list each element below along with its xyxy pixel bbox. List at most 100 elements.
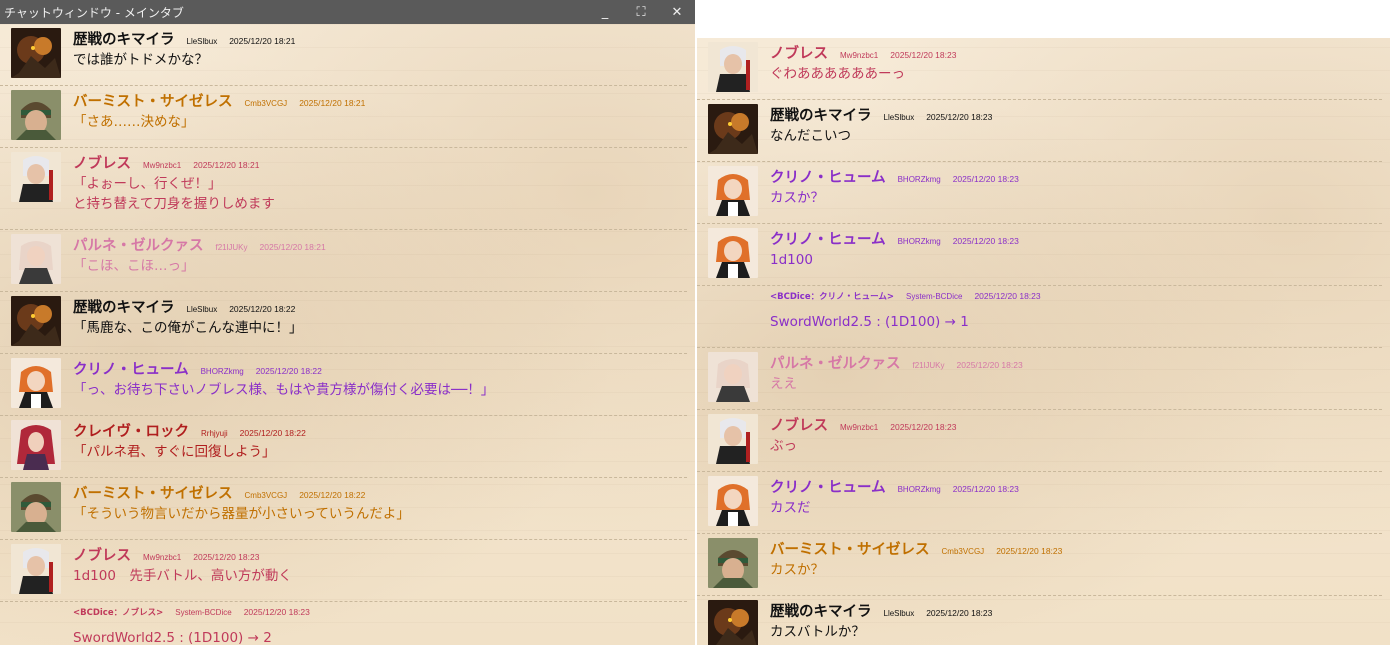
avatar-chimera[interactable] — [708, 104, 758, 154]
avatar-bermist[interactable] — [11, 482, 61, 532]
avatar-kurino[interactable] — [708, 476, 758, 526]
message-header: バーミスト・サイゼレス Cmb3VCGJ 2025/12/20 18:22 — [73, 482, 687, 504]
system-dice-message: <BCDice：ノブレス> System-BCDice 2025/12/20 18:… — [0, 602, 687, 645]
message-text: カスか？ — [770, 562, 824, 578]
avatar-noblesse[interactable] — [708, 42, 758, 92]
message-header: クリノ・ヒューム BHORZkmg 2025/12/20 18:23 — [770, 476, 1382, 498]
sender-name: クリノ・ヒューム — [73, 362, 189, 378]
chat-message: 歴戦のキマイラ LleSlbux 2025/12/20 18:23 カスバトルか？ — [697, 596, 1382, 645]
timestamp: 2025/12/20 18:23 — [996, 546, 1063, 556]
sender-id: System-BCDice — [175, 608, 232, 617]
sender-id: f21lJUKy — [912, 361, 945, 370]
avatar-kurino[interactable] — [11, 358, 61, 408]
avatar-parune[interactable] — [11, 234, 61, 284]
sender-name: <BCDice：ノブレス> — [73, 608, 164, 618]
chat-log-continued: ノブレス Mw9nzbc1 2025/12/20 18:23 ぐわああああああーっ 歴戦… — [697, 38, 1390, 645]
message-header: バーミスト・サイゼレス Cmb3VCGJ 2025/12/20 18:23 — [770, 538, 1382, 560]
timestamp: 2025/12/20 18:23 — [193, 552, 260, 562]
message-body: <BCDice：ノブレス> System-BCDice 2025/12/20 18:… — [73, 606, 687, 645]
sender-name: 歴戦のキマイラ — [770, 108, 872, 124]
chat-message: クリノ・ヒューム BHORZkmg 2025/12/20 18:23 カスだ — [697, 472, 1382, 534]
timestamp: 2025/12/20 18:23 — [952, 174, 1019, 184]
message-header: クリノ・ヒューム BHORZkmg 2025/12/20 18:23 — [770, 166, 1382, 188]
message-header: ノブレス Mw9nzbc1 2025/12/20 18:23 — [73, 544, 687, 566]
chat-message: パルネ・ゼルクァス f21lJUKy 2025/12/20 18:21 「こほ、こほ…… — [0, 230, 687, 292]
chat-message: ノブレス Mw9nzbc1 2025/12/20 18:23 1d100 先手バトル、… — [0, 540, 687, 602]
sender-id: Cmb3VCGJ — [244, 491, 288, 500]
sender-name: パルネ・ゼルクァス — [770, 356, 901, 372]
sender-id: BHORZkmg — [897, 175, 941, 184]
avatar-kurino[interactable] — [708, 228, 758, 278]
avatar-parune[interactable] — [708, 352, 758, 402]
message-header: ノブレス Mw9nzbc1 2025/12/20 18:21 — [73, 152, 687, 174]
minimize-icon[interactable]: _ — [587, 0, 623, 24]
timestamp: 2025/12/20 18:21 — [259, 242, 326, 252]
message-text: SwordWorld2.5 : (1D100) → 2 — [73, 630, 272, 645]
message-text: ええ — [770, 376, 797, 392]
maximize-icon[interactable]: ⛶ — [623, 0, 659, 24]
avatar-noblesse[interactable] — [11, 152, 61, 202]
close-icon[interactable]: ✕ — [659, 0, 695, 24]
message-text: 「よぉーし、行くぜ！」 — [73, 176, 222, 192]
chat-message: バーミスト・サイゼレス Cmb3VCGJ 2025/12/20 18:22 「そういう… — [0, 478, 687, 540]
chat-message: クリノ・ヒューム BHORZkmg 2025/12/20 18:22 「っ、お待ち下さ… — [0, 354, 687, 416]
sender-name: 歴戦のキマイラ — [73, 300, 175, 316]
avatar-bermist[interactable] — [708, 538, 758, 588]
sender-id: LleSlbux — [186, 37, 218, 46]
message-header: ノブレス Mw9nzbc1 2025/12/20 18:23 — [770, 42, 1382, 64]
avatar-kurino[interactable] — [708, 166, 758, 216]
chat-message: クリノ・ヒューム BHORZkmg 2025/12/20 18:23 1d100 — [697, 224, 1382, 286]
timestamp: 2025/12/20 18:22 — [239, 428, 306, 438]
chat-message: 歴戦のキマイラ LleSlbux 2025/12/20 18:23 なんだこいつ — [697, 100, 1382, 162]
sender-id: Cmb3VCGJ — [941, 547, 985, 556]
message-header: ノブレス Mw9nzbc1 2025/12/20 18:23 — [770, 414, 1382, 436]
message-body: 歴戦のキマイラ LleSlbux 2025/12/20 18:22 「馬鹿な、この俺が… — [73, 296, 687, 338]
sender-id: Mw9nzbc1 — [143, 161, 182, 170]
sender-id: f21lJUKy — [215, 243, 248, 252]
message-text: ぐわああああああーっ — [770, 66, 905, 82]
avatar-noblesse[interactable] — [11, 544, 61, 594]
message-header: 歴戦のキマイラ LleSlbux 2025/12/20 18:23 — [770, 104, 1382, 126]
sender-name: <BCDice：クリノ・ヒューム> — [770, 292, 894, 302]
avatar-chimera[interactable] — [11, 296, 61, 346]
avatar-noblesse[interactable] — [708, 414, 758, 464]
message-header: <BCDice：クリノ・ヒューム> System-BCDice 2025/12/20… — [770, 290, 1382, 312]
message-header: 歴戦のキマイラ LleSlbux 2025/12/20 18:21 — [73, 28, 687, 50]
message-text: 「そういう物言いだから器量が小さいっていうんだよ」 — [73, 506, 410, 522]
system-dice-message: <BCDice：クリノ・ヒューム> System-BCDice 2025/12/20… — [697, 286, 1382, 348]
message-body: 歴戦のキマイラ LleSlbux 2025/12/20 18:21 では誰がトドメかな… — [73, 28, 687, 70]
window-titlebar[interactable]: チャットウィンドウ - メインタブ _ ⛶ ✕ — [0, 0, 695, 24]
sender-name: 歴戦のキマイラ — [73, 32, 175, 48]
sender-name: パルネ・ゼルクァス — [73, 238, 204, 254]
message-text: 「パルネ君、すぐに回復しよう」 — [73, 444, 276, 460]
message-text: 「さあ……決めな」 — [73, 114, 195, 130]
message-text: 「っ、お待ち下さいノブレス様、もはや貴方様が傷付く必要は──！」 — [73, 382, 495, 398]
avatar-chimera[interactable] — [708, 600, 758, 645]
message-list[interactable]: 歴戦のキマイラ LleSlbux 2025/12/20 18:21 では誰がトドメかな… — [0, 24, 695, 645]
message-body: ノブレス Mw9nzbc1 2025/12/20 18:23 ぶっ — [770, 414, 1382, 456]
message-header: クリノ・ヒューム BHORZkmg 2025/12/20 18:22 — [73, 358, 687, 380]
message-header: 歴戦のキマイラ LleSlbux 2025/12/20 18:22 — [73, 296, 687, 318]
message-body: 歴戦のキマイラ LleSlbux 2025/12/20 18:23 なんだこいつ — [770, 104, 1382, 146]
avatar-bermist[interactable] — [11, 90, 61, 140]
avatar-cleive[interactable] — [11, 420, 61, 470]
sender-name: ノブレス — [770, 418, 828, 434]
chat-message: ノブレス Mw9nzbc1 2025/12/20 18:21 「よぉーし、行くぜ！」と… — [0, 148, 687, 230]
message-text: 1d100 — [770, 252, 813, 268]
sender-name: ノブレス — [73, 156, 131, 172]
message-text: カスか？ — [770, 190, 824, 206]
sender-name: バーミスト・サイゼレス — [73, 94, 233, 110]
sender-id: Mw9nzbc1 — [840, 51, 879, 60]
message-body: パルネ・ゼルクァス f21lJUKy 2025/12/20 18:23 ええ — [770, 352, 1382, 394]
chat-message: パルネ・ゼルクァス f21lJUKy 2025/12/20 18:23 ええ — [697, 348, 1382, 410]
avatar-chimera[interactable] — [11, 28, 61, 78]
message-list[interactable]: ノブレス Mw9nzbc1 2025/12/20 18:23 ぐわああああああーっ 歴戦… — [697, 38, 1390, 645]
message-text: カスだ — [770, 500, 811, 516]
message-body: バーミスト・サイゼレス Cmb3VCGJ 2025/12/20 18:23 カスか？ — [770, 538, 1382, 580]
message-text: なんだこいつ — [770, 128, 851, 144]
sender-name: バーミスト・サイゼレス — [770, 542, 930, 558]
message-body: クリノ・ヒューム BHORZkmg 2025/12/20 18:23 カスだ — [770, 476, 1382, 518]
message-text: SwordWorld2.5 : (1D100) → 1 — [770, 314, 969, 330]
sender-id: BHORZkmg — [897, 237, 941, 246]
chat-message: 歴戦のキマイラ LleSlbux 2025/12/20 18:22 「馬鹿な、この俺が… — [0, 292, 687, 354]
